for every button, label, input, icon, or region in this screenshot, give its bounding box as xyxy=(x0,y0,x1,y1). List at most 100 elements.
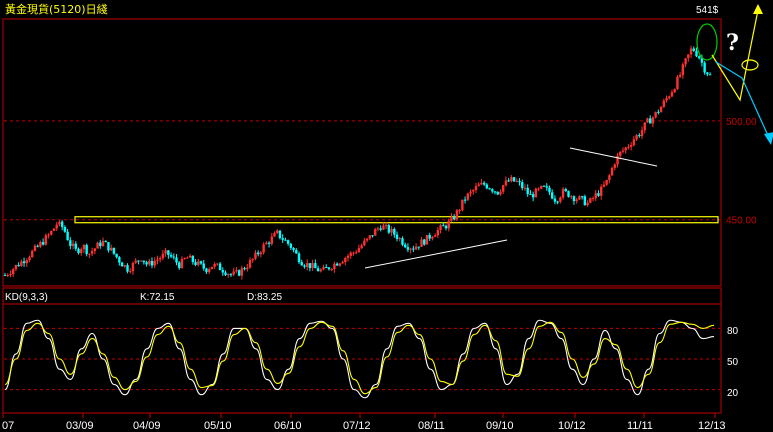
candle-down xyxy=(221,270,224,273)
candle-up xyxy=(589,198,592,203)
candle-up xyxy=(319,269,322,272)
candle-up xyxy=(55,224,58,229)
candle-up xyxy=(673,89,676,93)
candle-down xyxy=(442,225,445,227)
candle-down xyxy=(224,272,227,275)
candle-up xyxy=(311,263,314,268)
chart-title: 黃金現貨(5120)日綫 xyxy=(5,2,108,16)
x-tick-label: 08/11 xyxy=(418,420,445,432)
candle-up xyxy=(643,122,646,131)
x-tick-label: 10/12 xyxy=(558,420,586,432)
question-mark: ? xyxy=(726,30,739,56)
k-value-label: K:72.15 xyxy=(140,292,175,303)
candle-up xyxy=(689,48,693,55)
candle-up xyxy=(382,225,385,230)
candle-down xyxy=(507,180,510,182)
candle-up xyxy=(659,106,663,113)
candle-down xyxy=(77,248,80,254)
candle-down xyxy=(115,253,118,258)
candle-up xyxy=(341,262,344,264)
candle-up xyxy=(534,188,538,198)
candle-up xyxy=(613,164,617,168)
candle-up xyxy=(346,255,350,258)
candle-up xyxy=(616,155,619,165)
candle-down xyxy=(518,180,521,183)
candle-up xyxy=(164,250,167,254)
candle-up xyxy=(624,147,627,151)
candle-down xyxy=(256,252,260,255)
candle-up xyxy=(93,248,97,252)
x-tick-label: 12/13 xyxy=(698,420,726,432)
candle-up xyxy=(668,96,671,99)
candle-up xyxy=(575,199,578,202)
kd-indicator-name: KD(9,3,3) xyxy=(5,292,48,303)
candle-up xyxy=(684,58,687,65)
candle-down xyxy=(17,264,20,267)
d-value-label: D:83.25 xyxy=(247,292,282,303)
x-tick-label: 06/10 xyxy=(274,420,302,432)
candle-up xyxy=(472,190,475,192)
candle-up xyxy=(629,144,633,147)
candle-up xyxy=(186,257,189,259)
candle-up xyxy=(254,252,257,259)
candle-down xyxy=(423,239,426,245)
candle-up xyxy=(455,210,459,220)
candle-up xyxy=(450,216,453,221)
x-tick-label: 04/09 xyxy=(133,420,161,432)
candle-up xyxy=(248,260,252,268)
candle-up xyxy=(469,191,472,194)
candle-down xyxy=(395,234,399,240)
candle-up xyxy=(537,188,540,190)
candle-down xyxy=(325,267,328,269)
candle-up xyxy=(330,269,333,271)
candle-up xyxy=(129,271,132,273)
candle-down xyxy=(292,247,295,251)
candle-up xyxy=(235,270,238,272)
candle-down xyxy=(597,193,600,196)
candle-up xyxy=(501,185,505,192)
candle-up xyxy=(602,184,606,187)
candle-down xyxy=(564,189,568,191)
candle-up xyxy=(28,257,31,261)
candle-down xyxy=(526,187,529,194)
candle-up xyxy=(82,244,86,250)
candle-up xyxy=(240,268,244,276)
candle-down xyxy=(695,50,698,57)
candle-down xyxy=(137,260,140,262)
candle-up xyxy=(131,262,135,272)
candle-up xyxy=(365,238,369,241)
candle-up xyxy=(474,186,478,191)
candle-down xyxy=(297,253,301,263)
candle-down xyxy=(521,182,524,189)
candle-up xyxy=(570,196,573,198)
candle-up xyxy=(368,235,371,239)
candle-down xyxy=(493,191,497,193)
candle-down xyxy=(567,190,570,197)
candle-up xyxy=(654,111,657,118)
candle-up xyxy=(11,269,15,274)
candle-up xyxy=(259,252,263,255)
candle-up xyxy=(466,193,470,200)
candle-up xyxy=(436,229,440,236)
candle-up xyxy=(251,258,254,261)
gold-spot-daily-chart: 黃金現貨(5120)日綫 500.00 450.00 541$ ? KD(9,3… xyxy=(0,0,773,432)
candle-up xyxy=(646,118,649,123)
candle-down xyxy=(583,196,587,206)
candle-up xyxy=(447,220,450,229)
candle-down xyxy=(706,72,709,75)
candle-down xyxy=(708,74,712,76)
candle-down xyxy=(529,193,532,195)
candle-up xyxy=(101,240,105,246)
candle-up xyxy=(409,248,412,250)
candle-down xyxy=(36,245,39,247)
candle-up xyxy=(352,252,355,254)
candle-up xyxy=(461,199,464,211)
candle-down xyxy=(482,182,486,185)
candle-down xyxy=(63,226,67,232)
candle-up xyxy=(246,267,249,270)
candle-up xyxy=(270,236,273,244)
candle-up xyxy=(161,253,165,259)
candle-down xyxy=(327,267,331,270)
candle-down xyxy=(107,242,110,251)
candle-up xyxy=(180,258,184,269)
